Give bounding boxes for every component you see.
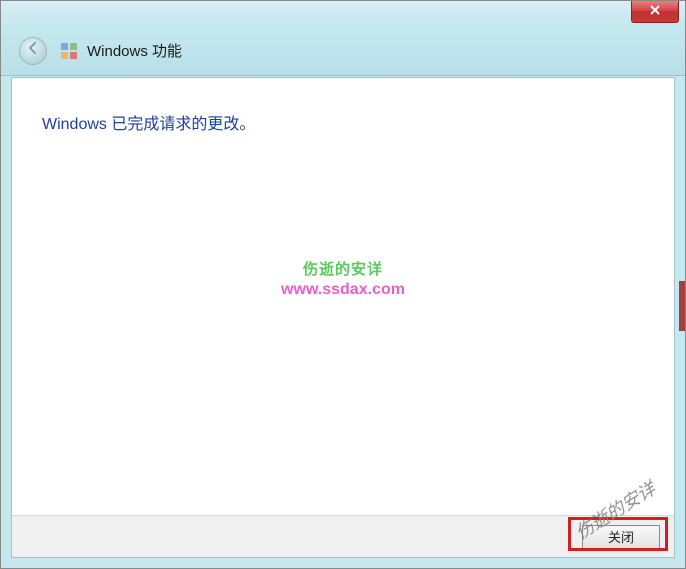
status-message: Windows 已完成请求的更改。 [42, 110, 255, 134]
watermark-text: 伤逝的安详 [281, 258, 405, 279]
windows-features-icon [59, 41, 79, 61]
window-frame: Windows 功能 Windows 已完成请求的更改。 伤逝的安详 www.s… [0, 0, 686, 569]
content-panel: Windows 已完成请求的更改。 伤逝的安详 www.ssdax.com 关闭… [11, 77, 675, 558]
back-arrow-icon [26, 41, 40, 60]
window-close-button[interactable] [631, 1, 679, 23]
edge-artifact [679, 281, 685, 331]
window-title: Windows 功能 [87, 40, 182, 61]
header-bar: Windows 功能 [1, 26, 685, 76]
close-icon [649, 3, 661, 21]
watermark-overlay: 伤逝的安详 www.ssdax.com [281, 258, 405, 299]
titlebar [1, 1, 685, 26]
close-button[interactable]: 关闭 [582, 525, 660, 549]
button-bar: 关闭 [12, 515, 674, 557]
watermark-url: www.ssdax.com [281, 281, 405, 299]
back-button[interactable] [19, 37, 47, 65]
